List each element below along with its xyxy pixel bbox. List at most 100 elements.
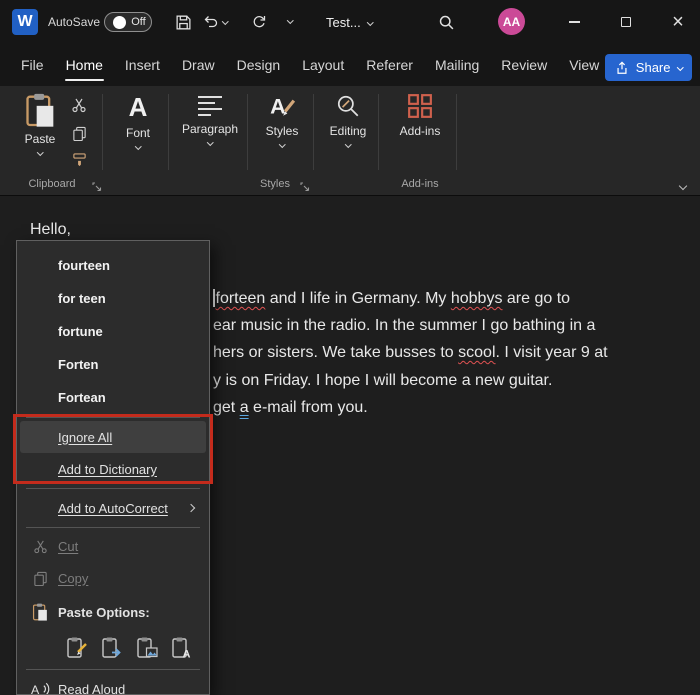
format-painter-button[interactable] xyxy=(68,148,90,170)
cut-icon xyxy=(30,539,50,554)
paste-keep-text-only-button[interactable]: A xyxy=(170,636,194,660)
suggestion-item[interactable]: Fortean xyxy=(20,381,206,414)
paste-keep-source-icon xyxy=(67,637,87,658)
cut-button[interactable] xyxy=(68,94,90,116)
doc-text-segment: hers or sisters. We take busses to xyxy=(213,344,459,361)
search-icon xyxy=(439,15,453,29)
read-aloud-icon: A xyxy=(30,681,50,694)
undo-button[interactable] xyxy=(202,13,220,31)
menu-separator xyxy=(26,417,200,418)
chevron-down-icon xyxy=(206,139,214,146)
paste-icon xyxy=(30,603,50,621)
styles-dialog-launcher[interactable] xyxy=(300,179,310,197)
editing-icon xyxy=(337,95,359,117)
suggestion-item[interactable]: fourteen xyxy=(20,249,206,282)
word-logo-icon[interactable]: W xyxy=(12,9,38,35)
menu-item-label: Ignore All xyxy=(58,429,113,445)
clipboard-group-label: Clipboard xyxy=(28,178,76,190)
menu-item-add-to-autocorrect[interactable]: Add to AutoCorrect xyxy=(20,492,206,524)
minimize-button[interactable] xyxy=(552,0,596,44)
tab-view[interactable]: View xyxy=(558,44,610,86)
autosave-toggle[interactable]: Off xyxy=(104,12,152,32)
menu-item-label: Add to AutoCorrect xyxy=(58,500,168,516)
tab-layout[interactable]: Layout xyxy=(291,44,355,86)
suggestion-label: fourteen xyxy=(58,258,110,273)
paste-button[interactable]: Paste xyxy=(16,92,64,172)
text-cursor xyxy=(213,289,215,307)
maximize-icon xyxy=(621,17,631,27)
tab-file[interactable]: File xyxy=(10,44,55,86)
font-button[interactable]: A Font xyxy=(110,92,166,172)
chevron-down-icon xyxy=(366,18,374,26)
group-separator xyxy=(102,94,103,170)
paragraph-icon xyxy=(198,96,222,116)
maximize-button[interactable] xyxy=(604,0,648,44)
menu-item-read-aloud[interactable]: A Read Aloud xyxy=(20,673,206,695)
paste-merge-formatting-button[interactable] xyxy=(100,636,124,660)
undo-dropdown-chevron[interactable] xyxy=(222,18,229,25)
toolbar-overflow-chevron[interactable] xyxy=(287,17,294,24)
menu-item-label: Paste Options: xyxy=(58,604,150,620)
copy-button[interactable] xyxy=(68,122,90,144)
ribbon: Paste A Font Paragraph A Styles Editing … xyxy=(0,86,700,196)
menu-item-paste-options: Paste Options: xyxy=(20,596,206,628)
font-icon: A xyxy=(128,92,148,122)
editing-button[interactable]: Editing xyxy=(319,92,377,172)
share-button[interactable]: Share xyxy=(604,54,692,81)
save-icon xyxy=(175,14,191,30)
document-title-dropdown[interactable]: Test... xyxy=(326,13,374,31)
menu-item-label: Read Aloud xyxy=(58,681,126,695)
menu-item-add-to-dictionary[interactable]: Add to Dictionary xyxy=(20,453,206,485)
doc-line-2: ear music in the radio. In the summer I … xyxy=(213,317,596,334)
suggestion-item[interactable]: for teen xyxy=(20,282,206,315)
paste-picture-icon xyxy=(137,637,158,658)
ribbon-collapse-chevron[interactable] xyxy=(678,176,688,194)
dialog-launcher-icon xyxy=(300,182,310,192)
format-painter-icon xyxy=(72,152,86,166)
suggestion-label: for teen xyxy=(58,291,106,306)
cut-icon xyxy=(72,98,86,113)
title-bar: W AutoSave Off Test... AA × xyxy=(0,0,700,44)
search-button[interactable] xyxy=(436,12,456,32)
save-button[interactable] xyxy=(174,13,192,31)
paragraph-button[interactable]: Paragraph xyxy=(174,92,246,172)
close-icon: × xyxy=(672,10,684,33)
word-window: W AutoSave Off Test... AA × File Home In… xyxy=(0,0,700,695)
menu-item-copy: Copy xyxy=(20,563,206,593)
redo-icon xyxy=(253,16,266,28)
font-label: Font xyxy=(125,126,150,140)
menu-item-label: Cut xyxy=(58,538,79,554)
tab-insert[interactable]: Insert xyxy=(114,44,171,86)
doc-line-3: hers or sisters. We take busses to scool… xyxy=(213,344,608,362)
paste-keep-source-formatting-button[interactable] xyxy=(65,636,89,660)
addins-button[interactable]: Add-ins xyxy=(386,92,454,172)
svg-text:A: A xyxy=(183,649,191,661)
share-label: Share xyxy=(635,60,671,75)
autosave-state-label: Off xyxy=(131,16,146,28)
tab-design[interactable]: Design xyxy=(226,44,292,86)
menu-item-cut: Cut xyxy=(20,531,206,561)
doc-text-segment: get xyxy=(213,399,240,416)
copy-icon xyxy=(30,571,50,586)
paste-picture-button[interactable] xyxy=(135,636,159,660)
tab-review[interactable]: Review xyxy=(490,44,558,86)
group-separator xyxy=(313,94,314,170)
redo-button[interactable] xyxy=(250,13,268,31)
tab-draw[interactable]: Draw xyxy=(171,44,226,86)
group-separator xyxy=(378,94,379,170)
doc-text-segment: . I visit year 9 at xyxy=(495,344,608,361)
suggestion-item[interactable]: fortune xyxy=(20,315,206,348)
menu-item-ignore-all[interactable]: Ignore All xyxy=(20,421,206,453)
tab-mailings[interactable]: Mailing xyxy=(424,44,490,86)
clipboard-dialog-launcher[interactable] xyxy=(92,179,102,197)
tab-home[interactable]: Home xyxy=(55,44,114,86)
doc-line-5: get a e-mail from you. xyxy=(213,399,368,417)
account-avatar[interactable]: AA xyxy=(498,8,525,35)
close-button[interactable]: × xyxy=(656,0,700,44)
styles-button[interactable]: A Styles xyxy=(253,92,311,172)
misspelled-word: forteen xyxy=(215,290,266,307)
styles-icon: A xyxy=(270,95,296,119)
suggestion-item[interactable]: Forten xyxy=(20,348,206,381)
tab-references[interactable]: Referer xyxy=(355,44,424,86)
chevron-down-icon xyxy=(676,64,683,71)
